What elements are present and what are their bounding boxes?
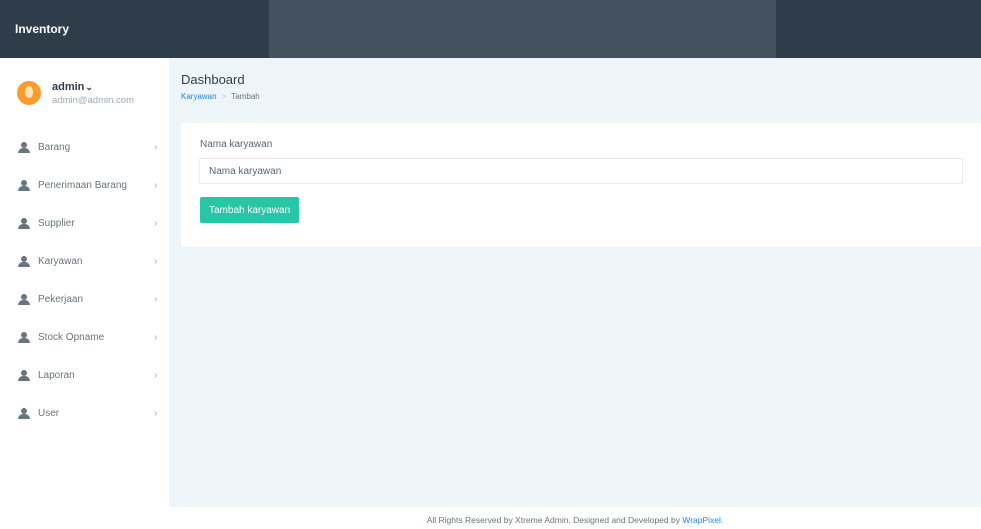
sidebar-item-label: Barang — [38, 141, 71, 153]
user-icon — [18, 332, 30, 343]
breadcrumb: Karyawan > Tambah — [181, 92, 260, 101]
add-karyawan-button[interactable]: Tambah karyawan — [200, 197, 300, 223]
watermark-logo — [269, 0, 776, 58]
sidebar-item-karyawan[interactable]: Karyawan › — [0, 242, 169, 280]
chevron-right-icon: › — [154, 293, 158, 305]
sidebar-item-label: Karyawan — [38, 255, 83, 267]
user-icon — [18, 256, 30, 267]
chevron-right-icon: › — [154, 255, 158, 267]
chevron-right-icon: › — [154, 179, 158, 191]
profile-name-toggle[interactable]: admin⌄ — [52, 81, 134, 93]
page-title: Dashboard — [181, 72, 245, 87]
user-icon — [18, 180, 30, 191]
profile-info: admin⌄ admin@admin.com — [52, 81, 134, 106]
chevron-right-icon: › — [154, 369, 158, 381]
sidebar-item-label: Laporan — [38, 369, 75, 381]
user-icon — [18, 370, 30, 381]
sidebar-item-penerimaan-barang[interactable]: Penerimaan Barang › — [0, 166, 169, 204]
footer: All Rights Reserved by Xtreme Admin. Des… — [169, 507, 981, 529]
user-icon — [18, 142, 30, 153]
form-card: Nama karyawan Tambah karyawan — [181, 123, 981, 247]
sidebar-item-stock-opname[interactable]: Stock Opname › — [0, 318, 169, 356]
sidebar-item-laporan[interactable]: Laporan › — [0, 356, 169, 394]
profile-email: admin@admin.com — [52, 94, 134, 106]
breadcrumb-current: Tambah — [231, 92, 260, 101]
field-label: Nama karyawan — [200, 139, 273, 150]
chevron-down-icon: ⌄ — [85, 81, 93, 92]
sidebar-nav: Barang › Penerimaan Barang › Supplier › … — [0, 128, 169, 432]
sidebar-item-label: Supplier — [38, 217, 75, 229]
sidebar-item-label: Stock Opname — [38, 331, 105, 343]
footer-suffix: . — [720, 515, 724, 525]
chevron-right-icon: › — [154, 407, 158, 419]
sidebar: admin⌄ admin@admin.com Barang › Penerima… — [0, 58, 169, 529]
topbar: Inventory — [0, 0, 981, 58]
brand-title: Inventory — [15, 22, 70, 36]
breadcrumb-separator: > — [221, 92, 227, 101]
user-icon — [18, 408, 30, 419]
sidebar-item-label: Penerimaan Barang — [38, 179, 127, 191]
sidebar-item-pekerjaan[interactable]: Pekerjaan › — [0, 280, 169, 318]
chevron-right-icon: › — [154, 331, 158, 343]
chevron-right-icon: › — [154, 217, 158, 229]
breadcrumb-link-karyawan[interactable]: Karyawan — [181, 92, 217, 101]
brand-logo[interactable]: Inventory — [0, 0, 169, 58]
user-icon — [18, 294, 30, 305]
sidebar-item-supplier[interactable]: Supplier › — [0, 204, 169, 242]
user-icon — [18, 218, 30, 229]
sidebar-item-label: Pekerjaan — [38, 293, 84, 305]
sidebar-item-user[interactable]: User › — [0, 394, 169, 432]
user-profile[interactable]: admin⌄ admin@admin.com — [0, 58, 169, 128]
footer-link-wrappixel[interactable]: WrapPixel — [682, 515, 721, 525]
sidebar-item-barang[interactable]: Barang › — [0, 128, 169, 166]
avatar — [17, 81, 41, 105]
nama-karyawan-input[interactable] — [199, 158, 963, 184]
profile-name: admin — [52, 80, 85, 93]
chevron-right-icon: › — [154, 141, 158, 153]
sidebar-item-label: User — [38, 407, 60, 419]
footer-text: All Rights Reserved by Xtreme Admin. Des… — [426, 515, 683, 525]
